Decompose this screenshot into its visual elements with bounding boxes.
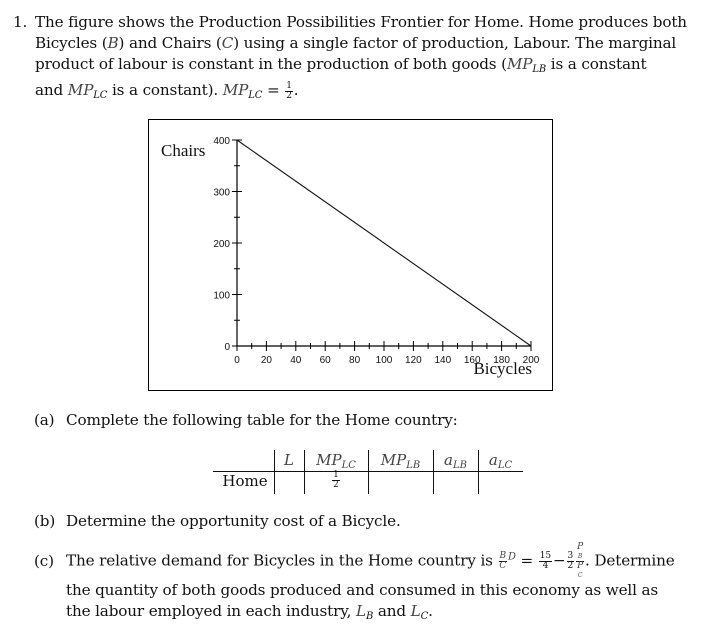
part-c-line-1: (c) The relative demand for Bicycles in t… — [34, 542, 675, 580]
part-a-label: (a) — [34, 411, 55, 429]
part-b-label: (b) — [34, 512, 56, 530]
fraction-15-4: 15 4 — [538, 551, 552, 571]
fraction-half: 12 — [332, 469, 340, 490]
x-tick-label: 80 — [349, 355, 361, 366]
question-1: 1. The figure shows the Production Possib… — [13, 12, 687, 106]
header-mplc: MPLC — [316, 451, 356, 471]
row-label-home: Home — [222, 472, 268, 490]
question-line-2: Bicycles (B) and Chairs (C) using a sing… — [35, 34, 677, 52]
part-c-line-3: the labour employed in each industry, LB… — [66, 602, 433, 622]
price-ratio-fraction: PBPC — [576, 542, 585, 579]
cell-mplc-value: 12 — [304, 470, 368, 490]
part-a-text: Complete the following table for the Hom… — [66, 411, 458, 429]
x-tick-label: 120 — [405, 355, 422, 366]
y-tick-label: 0 — [224, 342, 230, 353]
relative-demand-fraction: BC — [498, 551, 507, 571]
part-c: (c) The relative demand for Bicycles in t… — [34, 542, 675, 627]
fraction-half: 12 — [285, 80, 293, 101]
fraction-3-2: 32 — [566, 551, 575, 571]
y-tick-label: 100 — [213, 291, 230, 302]
x-tick-label: 0 — [234, 355, 240, 366]
question-line-1: 1. The figure shows the Production Possib… — [13, 13, 687, 31]
ppf-chart: 0 20 40 60 80 100 120 140 160 180 200 0 100 200 300 400… — [148, 119, 553, 391]
x-tick-label: 100 — [376, 355, 393, 366]
x-tick-label: 60 — [320, 355, 332, 366]
y-tick-label: 400 — [213, 136, 230, 147]
y-tick-label: 300 — [213, 188, 230, 199]
ppf-line — [236, 139, 532, 347]
y-axis-title: Chairs — [161, 141, 205, 160]
chart-ticks: 0 20 40 60 80 100 120 140 160 180 2000100200300400 — [213, 136, 539, 366]
y-tick-label: 200 — [213, 239, 230, 250]
x-axis-title: Bicycles — [473, 359, 532, 378]
part-b-text: Determine the opportunity cost of a Bicy… — [66, 512, 401, 530]
x-tick-label: 40 — [290, 355, 302, 366]
header-alc: aLC — [488, 451, 513, 471]
x-tick-label: 140 — [434, 355, 451, 366]
question-line-3: product of labour is constant in the pro… — [35, 55, 647, 75]
part-c-label: (c) — [34, 551, 54, 570]
question-number: 1. — [13, 13, 28, 31]
ppf-chart-svg: 0 20 40 60 80 100 120 140 160 180 2000100200300400… — [161, 136, 540, 378]
x-tick-label: 20 — [261, 355, 273, 366]
header-alb: aLB — [444, 451, 467, 471]
question-line-4: and MPLC is a constant). MPLC = 12. — [35, 80, 299, 101]
chart-series — [236, 139, 532, 347]
part-c-line-2: the quantity of both goods produced and … — [66, 581, 659, 599]
part-b: (b) Determine the opportunity cost of a B… — [34, 511, 401, 532]
part-a: (a) Complete the following table for the … — [34, 410, 458, 431]
header-mplb: MPLB — [380, 451, 421, 471]
header-L: L — [284, 451, 294, 469]
